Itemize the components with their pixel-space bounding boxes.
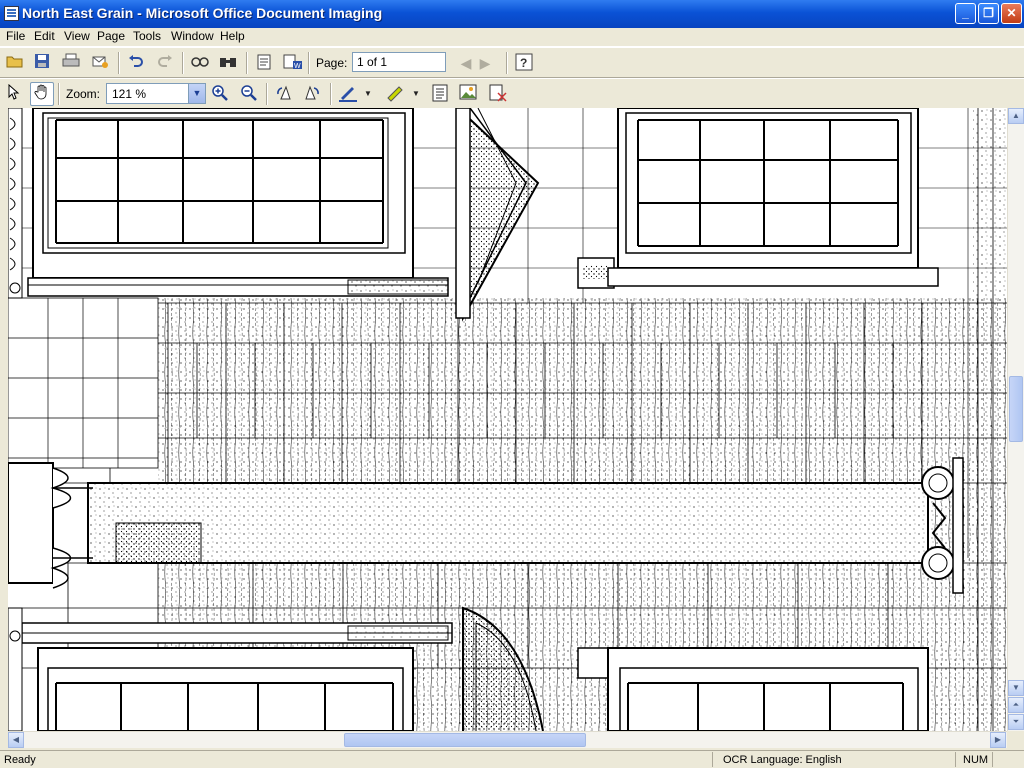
recognize-icon[interactable]: [254, 53, 274, 73]
menu-edit[interactable]: Edit: [34, 29, 55, 43]
scroll-up-icon[interactable]: ▲: [1008, 108, 1024, 124]
vertical-scrollbar[interactable]: ▲ ▼ ⏶ ⏷: [1007, 108, 1024, 731]
page-label: Page:: [316, 56, 348, 70]
toolbar-separator: [330, 83, 331, 105]
zoom-label: Zoom:: [66, 87, 101, 101]
status-divider: [992, 752, 993, 767]
toolbar-separator: [266, 83, 267, 105]
standard-toolbar: W Page: ◀ ▶ ?: [0, 47, 1024, 78]
scroll-right-icon[interactable]: ▶: [990, 732, 1006, 748]
menu-window[interactable]: Window: [171, 29, 214, 43]
hand-pan-icon[interactable]: [30, 82, 54, 106]
send-to-word-icon[interactable]: W: [282, 53, 302, 73]
scroll-left-icon[interactable]: ◀: [8, 732, 24, 748]
pen-icon[interactable]: [338, 84, 358, 104]
zoom-value: 121 %: [112, 87, 147, 101]
menu-file[interactable]: File: [6, 29, 25, 43]
select-pointer-icon[interactable]: [4, 83, 24, 104]
pen-options-chevron-down-icon[interactable]: ▼: [362, 84, 374, 104]
menu-help[interactable]: Help: [220, 29, 245, 43]
toolbar-separator: [308, 52, 309, 74]
document-imaging-app-icon[interactable]: [4, 6, 19, 21]
toolbar-separator: [246, 52, 247, 74]
vertical-scroll-thumb[interactable]: [1009, 376, 1023, 442]
restore-button[interactable]: ❐: [978, 3, 999, 24]
read-icon[interactable]: [190, 53, 210, 73]
open-icon[interactable]: [5, 53, 25, 73]
menu-page[interactable]: Page: [97, 29, 125, 43]
menu-bar: File Edit View Page Tools Window Help: [0, 28, 1024, 47]
status-divider: [955, 752, 956, 767]
horizontal-scroll-thumb[interactable]: [344, 733, 586, 747]
print-icon[interactable]: [61, 53, 81, 73]
next-page-icon[interactable]: ▶: [475, 53, 495, 73]
save-icon[interactable]: [32, 53, 52, 73]
undo-icon[interactable]: [126, 53, 146, 73]
menu-view[interactable]: View: [64, 29, 90, 43]
highlighter-options-chevron-down-icon[interactable]: ▼: [410, 84, 422, 104]
send-icon[interactable]: [90, 53, 110, 73]
close-button[interactable]: ✕: [1001, 3, 1022, 24]
toolbar-separator: [58, 83, 59, 105]
status-bar: Ready OCR Language: English NUM: [0, 750, 1024, 768]
next-page-scroll-icon[interactable]: ⏷: [1008, 714, 1024, 730]
scroll-down-icon[interactable]: ▼: [1008, 680, 1024, 696]
page-number-input[interactable]: [352, 52, 446, 72]
status-text: Ready: [4, 754, 36, 766]
num-lock-indicator: NUM: [963, 754, 989, 766]
text-box-icon[interactable]: [430, 84, 450, 104]
view-toolbar: Zoom: 121 % ▼ ▼ ▼: [0, 78, 1024, 109]
redo-icon[interactable]: [155, 53, 175, 73]
minimize-button[interactable]: _: [955, 3, 976, 24]
zoom-in-icon[interactable]: [210, 84, 230, 104]
window-title: North East Grain - Microsoft Office Docu…: [22, 5, 383, 21]
picture-icon[interactable]: [458, 84, 478, 104]
zoom-out-icon[interactable]: [239, 84, 259, 104]
find-icon[interactable]: [218, 53, 238, 73]
title-bar: North East Grain - Microsoft Office Docu…: [0, 0, 1024, 28]
svg-text:?: ?: [520, 56, 527, 70]
status-divider: [712, 752, 713, 767]
chevron-down-icon[interactable]: ▼: [188, 84, 205, 103]
svg-text:W: W: [294, 63, 301, 70]
rotate-right-icon[interactable]: [302, 84, 322, 104]
annotation-options-icon[interactable]: [488, 84, 508, 104]
scrollbar-corner: [1007, 731, 1024, 748]
toolbar-separator: [182, 52, 183, 74]
document-view[interactable]: [0, 108, 1007, 731]
architectural-drawing-image: [8, 108, 1007, 731]
previous-page-icon[interactable]: ◀: [456, 53, 476, 73]
help-icon[interactable]: ?: [514, 53, 534, 73]
previous-page-scroll-icon[interactable]: ⏶: [1008, 697, 1024, 713]
toolbar-separator: [506, 52, 507, 74]
toolbar-separator: [118, 52, 119, 74]
horizontal-scrollbar[interactable]: ◀ ▶: [8, 731, 1007, 748]
highlighter-icon[interactable]: [385, 84, 405, 104]
rotate-left-icon[interactable]: [274, 84, 294, 104]
zoom-dropdown[interactable]: 121 % ▼: [106, 83, 206, 104]
menu-tools[interactable]: Tools: [133, 29, 161, 43]
ocr-language-status: OCR Language: English: [723, 754, 842, 766]
